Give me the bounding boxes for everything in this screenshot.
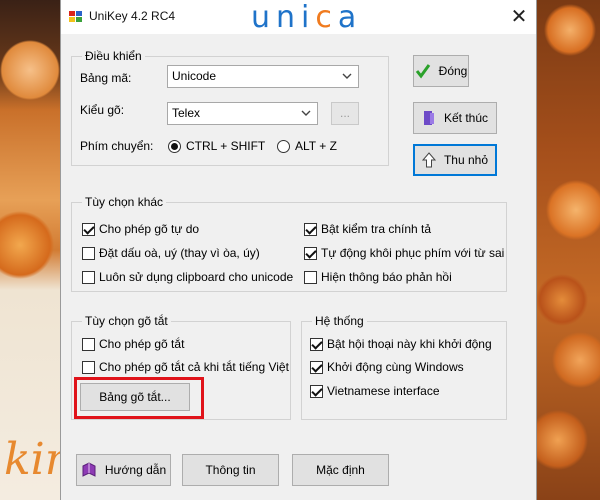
exit-door-icon: [423, 111, 434, 125]
checkbox-label: Luôn sử dụng clipboard cho unicode: [99, 270, 294, 284]
chevron-down-icon: [301, 110, 311, 116]
checkbox-indicator: [82, 246, 95, 260]
free-typing-checkbox[interactable]: Cho phép gõ tự do: [82, 222, 199, 236]
default-button[interactable]: Mặc định: [292, 454, 389, 486]
system-group-title: Hệ thống: [312, 314, 367, 328]
switch-ctrl-shift-radio[interactable]: CTRL + SHIFT: [168, 139, 265, 153]
checkbox-label: Cho phép gõ tắt: [99, 337, 185, 351]
checkbox-label: Cho phép gõ tự do: [99, 222, 200, 236]
other-options-title: Tùy chọn khác: [82, 195, 167, 209]
unica-watermark-logo: unica: [251, 0, 363, 35]
red-highlight-annotation: [74, 377, 204, 419]
desktop-background-right: [536, 0, 600, 500]
checkbox-label: Bật kiểm tra chính tả: [321, 222, 432, 236]
unikey-window: UniKey 4.2 RC4 unica ✕ Điều khiển Bảng m…: [60, 0, 537, 500]
start-with-windows-checkbox[interactable]: Khởi động cùng Windows: [310, 360, 464, 374]
checkbox-label: Đặt dấu oà, uý (thay vì òa, úy): [99, 246, 260, 260]
arrow-up-icon: [421, 152, 436, 168]
radio-label: ALT + Z: [295, 139, 337, 153]
title-bar[interactable]: UniKey 4.2 RC4 unica ✕: [61, 0, 536, 35]
close-dialog-button[interactable]: Đóng: [413, 55, 469, 87]
checkbox-indicator: [304, 270, 317, 284]
enable-macro-checkbox[interactable]: Cho phép gõ tắt: [82, 337, 184, 351]
vietnamese-interface-checkbox[interactable]: Vietnamese interface: [310, 384, 440, 398]
checkbox-indicator: [310, 384, 323, 398]
radio-indicator: [168, 139, 181, 153]
checkbox-label: Khởi động cùng Windows: [327, 360, 464, 374]
charset-label: Bảng mã:: [80, 71, 132, 85]
feedback-notice-checkbox[interactable]: Hiện thông báo phản hồi: [304, 270, 452, 284]
minimize-label: Thu nhỏ: [443, 153, 489, 167]
exit-label: Kết thúc: [443, 111, 489, 125]
charset-value: Unicode: [172, 69, 217, 83]
auto-restore-checkbox[interactable]: Tự động khôi phục phím với từ sai: [304, 246, 504, 260]
new-tone-placement-checkbox[interactable]: Đặt dấu oà, uý (thay vì òa, úy): [82, 246, 260, 260]
checkbox-indicator: [304, 246, 317, 260]
checkbox-indicator: [82, 360, 95, 374]
switch-alt-z-radio[interactable]: ALT + Z: [277, 139, 337, 153]
window-close-button[interactable]: ✕: [502, 0, 536, 34]
radio-indicator: [277, 139, 290, 153]
minimize-button[interactable]: Thu nhỏ: [413, 144, 497, 176]
control-group-title: Điều khiển: [82, 49, 145, 63]
unikey-app-icon: [69, 11, 83, 23]
spell-check-checkbox[interactable]: Bật kiểm tra chính tả: [304, 222, 431, 236]
checkbox-indicator: [82, 337, 95, 351]
chevron-down-icon: [342, 73, 352, 79]
macro-when-off-checkbox[interactable]: Cho phép gõ tắt cả khi tắt tiếng Việt: [82, 360, 289, 374]
checkbox-label: Bật hội thoại này khi khởi động: [327, 337, 492, 351]
charset-dropdown[interactable]: Unicode: [167, 65, 359, 88]
checkbox-indicator: [82, 222, 95, 236]
close-dialog-label: Đóng: [438, 64, 468, 78]
radio-label: CTRL + SHIFT: [186, 139, 266, 153]
checkbox-indicator: [82, 270, 95, 284]
other-options-group: Tùy chọn khác Cho phép gõ tự do Đặt dấu …: [71, 195, 507, 292]
checkbox-label: Tự động khôi phục phím với từ sai: [321, 246, 505, 260]
desktop-background-text: kin: [4, 434, 62, 485]
checkbox-indicator: [310, 360, 323, 374]
input-method-value: Telex: [172, 106, 201, 120]
info-label: Thông tin: [205, 463, 256, 477]
control-group: Điều khiển Bảng mã: Unicode Kiểu gõ: Tel…: [71, 49, 389, 166]
checkbox-label: Hiện thông báo phản hồi: [321, 270, 452, 284]
window-title: UniKey 4.2 RC4: [89, 9, 176, 23]
switch-key-label: Phím chuyển:: [80, 139, 154, 153]
checkbox-label: Vietnamese interface: [327, 384, 440, 398]
checkbox-indicator: [310, 337, 323, 351]
checkmark-icon: [415, 64, 430, 79]
checkbox-indicator: [304, 222, 317, 236]
book-icon: [82, 462, 96, 477]
input-method-label: Kiểu gõ:: [80, 103, 125, 117]
system-group: Hệ thống Bật hội thoại này khi khởi động…: [301, 314, 507, 420]
show-on-startup-checkbox[interactable]: Bật hội thoại này khi khởi động: [310, 337, 492, 351]
help-label: Hướng dẫn: [104, 463, 167, 477]
info-button[interactable]: Thông tin: [182, 454, 279, 486]
clipboard-unicode-checkbox[interactable]: Luôn sử dụng clipboard cho unicode: [82, 270, 293, 284]
help-button[interactable]: Hướng dẫn: [76, 454, 171, 486]
input-method-more-button[interactable]: ...: [331, 102, 359, 125]
default-label: Mặc định: [316, 463, 365, 477]
checkbox-label: Cho phép gõ tắt cả khi tắt tiếng Việt: [99, 360, 289, 374]
input-method-dropdown[interactable]: Telex: [167, 102, 318, 125]
exit-button[interactable]: Kết thúc: [413, 102, 497, 134]
macro-options-title: Tùy chọn gõ tắt: [82, 314, 171, 328]
